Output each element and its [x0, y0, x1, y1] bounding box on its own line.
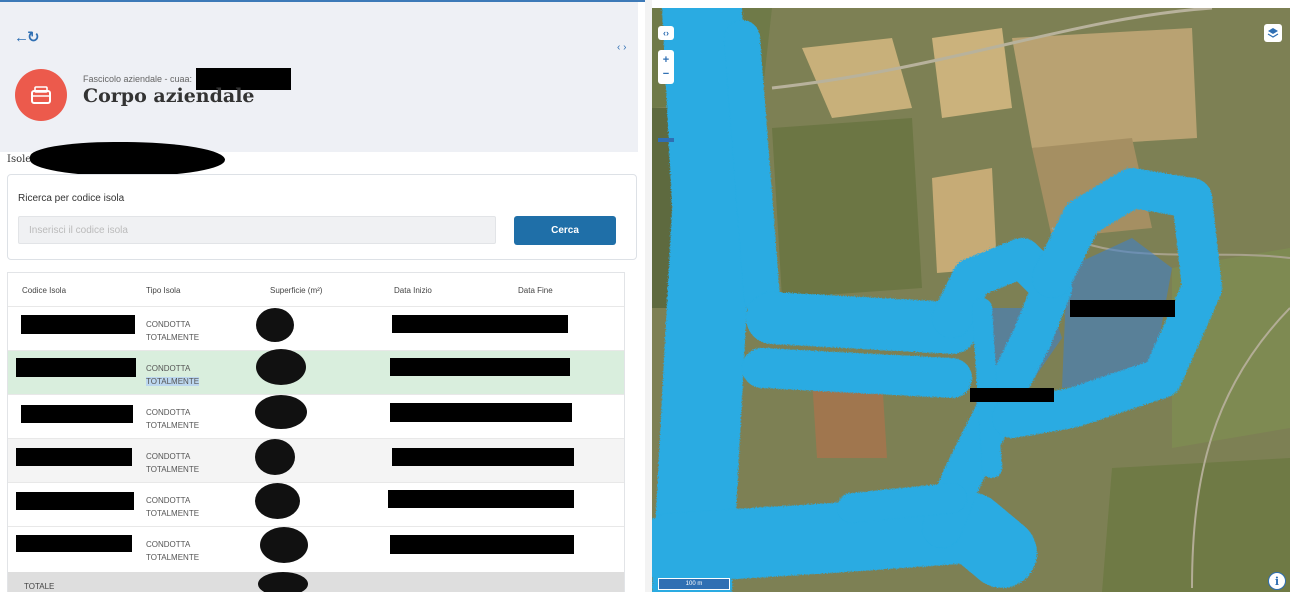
expand-icon[interactable]: ‹› — [658, 26, 674, 40]
satellite-map — [652, 8, 1290, 592]
search-panel: Ricerca per codice isola Inserisci il co… — [7, 174, 637, 260]
map-view[interactable]: ‹› + − 100 m i — [652, 8, 1290, 592]
header-data-fine[interactable]: Data Fine — [518, 286, 553, 295]
zoom-slider-handle[interactable] — [658, 138, 674, 142]
table-row[interactable]: CONDOTTA TOTALMENTE — [8, 306, 624, 350]
cell-tipo: CONDOTTA TOTALMENTE — [146, 320, 200, 342]
left-panel: ←↻ ‹ › Fascicolo aziendale - cuaa: Corpo… — [0, 0, 645, 592]
redacted-dates — [390, 358, 570, 376]
refresh-icon[interactable]: ↻ — [27, 29, 40, 46]
redacted-codice — [21, 405, 133, 423]
search-label: Ricerca per codice isola — [18, 193, 125, 204]
zoom-out-icon[interactable]: − — [663, 67, 669, 81]
scale-bar: 100 m — [658, 578, 730, 590]
layers-icon[interactable] — [1264, 24, 1282, 42]
nav-icons: ←↻ — [14, 28, 40, 46]
collapse-icon[interactable]: ‹ › — [617, 42, 626, 53]
table-row[interactable]: CONDOTTA TOTALMENTE — [8, 349, 624, 394]
cell-tipo: CONDOTTA TOTALMENTE — [146, 364, 200, 386]
table-header: Codice Isola Tipo Isola Superficie (m²) … — [8, 273, 624, 306]
zoom-controls: + − — [658, 50, 674, 84]
cell-tipo: CONDOTTA TOTALMENTE — [146, 408, 200, 430]
zoom-in-icon[interactable]: + — [663, 53, 669, 67]
table-row[interactable]: CONDOTTA TOTALMENTE — [8, 482, 624, 526]
redacted-superficie — [255, 395, 307, 429]
redacted-dates — [392, 448, 574, 466]
page-subtitle: Fascicolo aziendale - cuaa: — [83, 74, 193, 84]
table-row[interactable]: CONDOTTA TOTALMENTE — [8, 438, 624, 482]
total-row: TOTALE — [8, 572, 624, 592]
redacted-superficie — [256, 349, 306, 385]
header-data-inizio[interactable]: Data Inizio — [394, 286, 432, 295]
table-row[interactable]: CONDOTTA TOTALMENTE — [8, 394, 624, 438]
redacted-total — [258, 572, 308, 592]
redacted-scribble — [30, 142, 225, 176]
panel-divider[interactable] — [645, 0, 652, 592]
total-label: TOTALE — [24, 582, 55, 591]
app-root: ←↻ ‹ › Fascicolo aziendale - cuaa: Corpo… — [0, 0, 1290, 592]
redacted-superficie — [256, 308, 294, 342]
redacted-superficie — [255, 439, 295, 475]
header-tipo-isola[interactable]: Tipo Isola — [146, 286, 180, 295]
table-row[interactable]: CONDOTTA TOTALMENTE — [8, 526, 624, 570]
redacted-codice — [16, 448, 132, 466]
isole-label: Isole — [7, 154, 32, 165]
page-header: ←↻ ‹ › Fascicolo aziendale - cuaa: Corpo… — [0, 2, 638, 152]
redacted-dates — [390, 403, 572, 422]
cell-tipo: CONDOTTA TOTALMENTE — [146, 540, 200, 562]
logo — [15, 69, 67, 121]
page-title: Corpo aziendale — [83, 85, 255, 107]
header-codice-isola[interactable]: Codice Isola — [22, 286, 66, 295]
redacted-dates — [388, 490, 574, 508]
cell-tipo: CONDOTTA TOTALMENTE — [146, 496, 200, 518]
back-arrow-icon[interactable]: ← — [14, 29, 29, 46]
cell-tipo: CONDOTTA TOTALMENTE — [146, 452, 200, 474]
redacted-superficie — [255, 483, 300, 519]
redacted-codice — [16, 358, 136, 377]
redacted-dates — [392, 315, 568, 333]
info-icon[interactable]: i — [1268, 572, 1286, 590]
redacted-codice — [16, 492, 134, 510]
folder-icon — [31, 86, 51, 104]
header-superficie[interactable]: Superficie (m²) — [270, 286, 322, 295]
redacted-codice — [21, 315, 135, 334]
isole-table: Codice Isola Tipo Isola Superficie (m²) … — [7, 272, 625, 592]
search-button[interactable]: Cerca — [514, 216, 616, 245]
redacted-superficie — [260, 527, 308, 563]
redacted-dates — [390, 535, 574, 554]
redacted-codice — [16, 535, 132, 552]
search-input[interactable]: Inserisci il codice isola — [18, 216, 496, 244]
